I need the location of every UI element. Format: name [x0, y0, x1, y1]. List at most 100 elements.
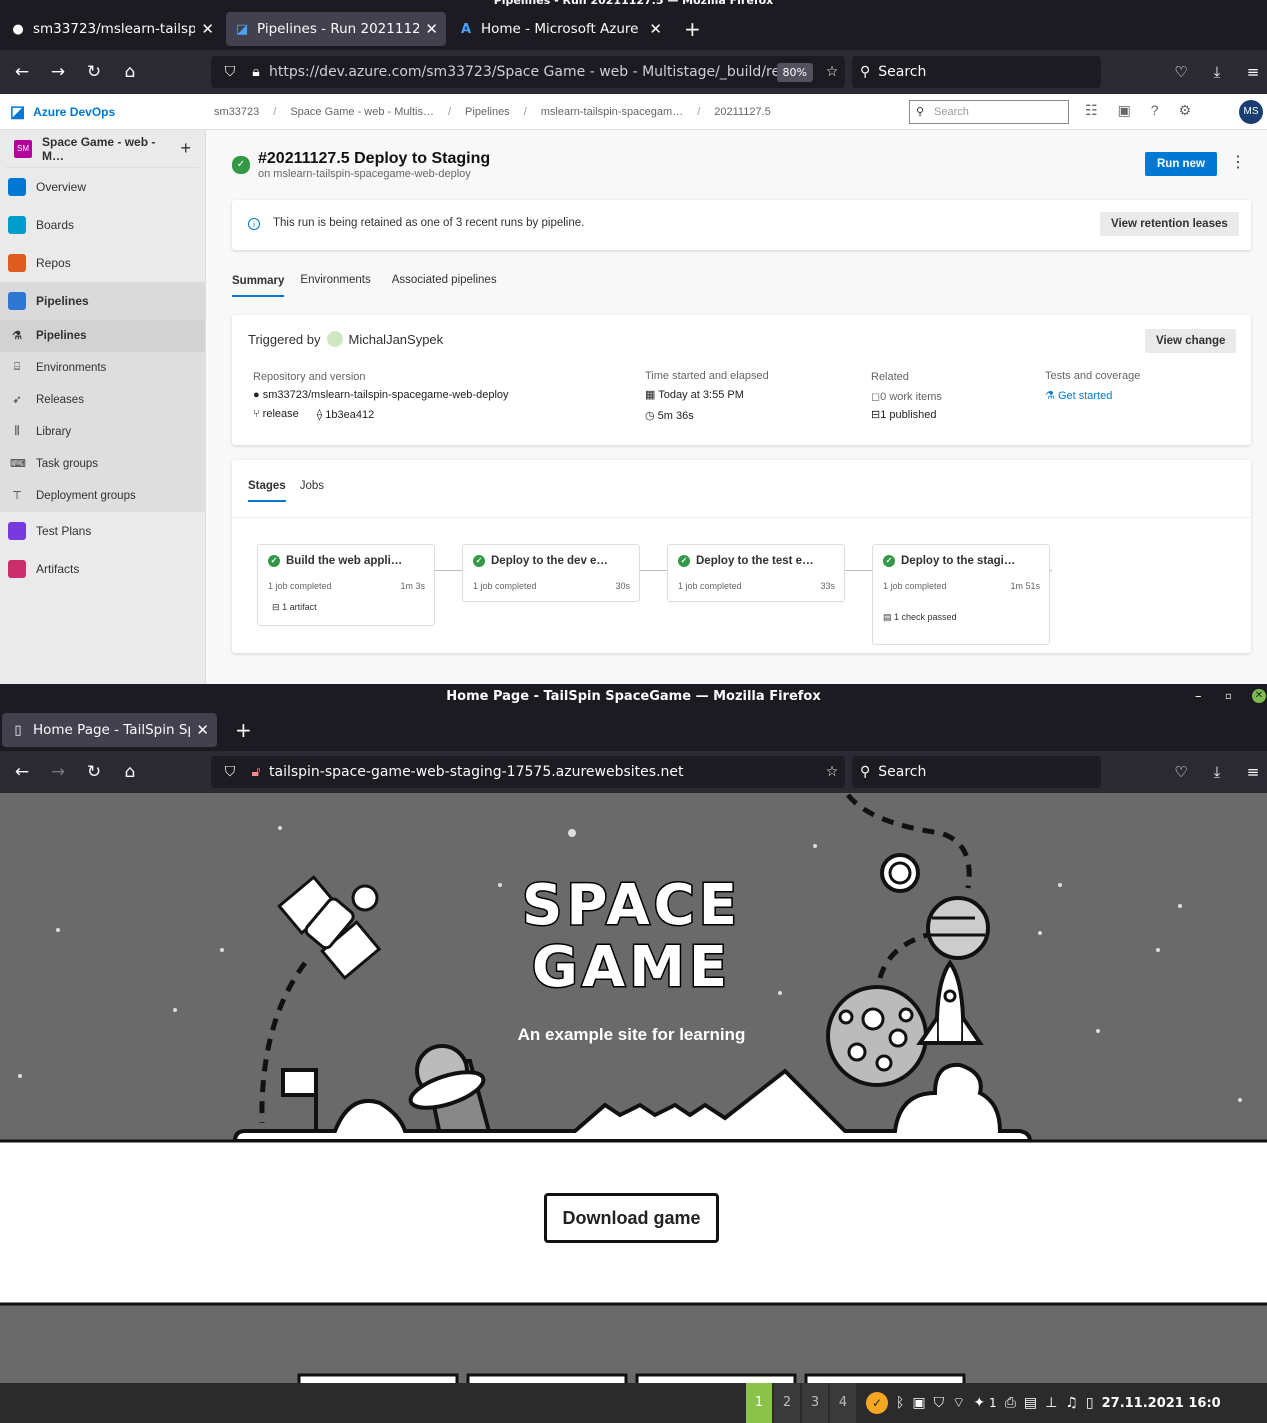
- sidebar-subitem-deployment-groups[interactable]: ⊤ Deployment groups: [0, 480, 205, 512]
- sidebar-item-artifacts[interactable]: Artifacts: [0, 550, 205, 588]
- minimize-icon[interactable]: –: [1195, 684, 1202, 710]
- downloads-icon[interactable]: ⤓: [1202, 63, 1232, 81]
- stage-checks[interactable]: ▤ 1 check passed: [883, 612, 957, 623]
- sidebar-item-repos[interactable]: Repos: [0, 244, 205, 282]
- published-artifacts[interactable]: ⊟1 published: [871, 408, 937, 421]
- home-icon[interactable]: ⌂: [112, 756, 148, 788]
- sidebar-item-overview[interactable]: Overview: [0, 168, 205, 206]
- tab-environments[interactable]: Environments: [300, 274, 370, 297]
- url-bar[interactable]: ⛉ 🔒︎ https://dev.azure.com/sm33723/Space…: [211, 56, 845, 88]
- printer-icon[interactable]: ⎙: [1005, 1395, 1016, 1411]
- tab-stages[interactable]: Stages: [248, 480, 286, 502]
- more-options-icon[interactable]: ⋮: [1230, 152, 1246, 172]
- workspace-3[interactable]: 3: [802, 1383, 828, 1423]
- tab-associated-pipelines[interactable]: Associated pipelines: [392, 274, 497, 297]
- azure-search-input[interactable]: ⚲ Search: [909, 100, 1069, 124]
- sidebar-item-boards[interactable]: Boards: [0, 206, 205, 244]
- trigger-user[interactable]: MichalJanSypek: [349, 332, 444, 347]
- clipboard-icon[interactable]: ▣: [912, 1395, 925, 1411]
- notification-icon[interactable]: ✦ 1: [973, 1395, 996, 1411]
- network-tree-icon[interactable]: ⊥: [1045, 1395, 1057, 1411]
- update-icon[interactable]: ✓: [866, 1392, 888, 1414]
- get-started-link[interactable]: ⚗ Get started: [1045, 389, 1112, 402]
- music-icon[interactable]: ♫: [1065, 1395, 1078, 1411]
- breadcrumb-item[interactable]: Pipelines: [465, 106, 510, 118]
- avatar[interactable]: MS: [1239, 100, 1263, 124]
- sidebar-item-pipelines[interactable]: Pipelines: [0, 282, 205, 320]
- sidebar-subitem-library[interactable]: ⫼ Library: [0, 416, 205, 448]
- close-icon[interactable]: ✕: [425, 20, 438, 38]
- back-icon[interactable]: ←: [4, 56, 40, 88]
- search-bar[interactable]: ⚲ Search: [852, 756, 1101, 788]
- menu-icon[interactable]: ≡: [1238, 63, 1267, 81]
- marketplace-icon[interactable]: ▣: [1118, 102, 1131, 119]
- tab-jobs[interactable]: Jobs: [300, 480, 324, 502]
- task-list-icon[interactable]: ☷: [1085, 102, 1098, 119]
- stage-artifact[interactable]: ⊟ 1 artifact: [272, 602, 317, 613]
- repo-link[interactable]: ● sm33723/mslearn-tailspin-spacegame-web…: [253, 389, 509, 401]
- azure-devops-logo[interactable]: ◪ Azure DevOps: [10, 102, 210, 122]
- run-new-button[interactable]: Run new: [1145, 152, 1217, 176]
- workspace-4[interactable]: 4: [830, 1383, 856, 1423]
- bookmark-star-icon[interactable]: ☆: [819, 764, 845, 780]
- new-tab-button[interactable]: +: [676, 12, 709, 46]
- breadcrumb-item[interactable]: Space Game - web - Multis…: [290, 106, 434, 118]
- clock[interactable]: 27.11.2021 16:0: [1102, 1396, 1221, 1411]
- tab-pipelines[interactable]: ◪ Pipelines - Run 20211127.5 ✕: [226, 12, 446, 46]
- forward-icon[interactable]: →: [40, 756, 76, 788]
- sidebar-subitem-environments[interactable]: ⌸ Environments: [0, 352, 205, 384]
- pocket-icon[interactable]: ♡: [1166, 763, 1196, 781]
- workspace-1[interactable]: 1: [746, 1383, 772, 1423]
- stage-staging[interactable]: ✓ Deploy to the stagi… 1 job completed 1m…: [872, 544, 1050, 645]
- sidebar-subitem-releases[interactable]: ➶ Releases: [0, 384, 205, 416]
- close-window-icon[interactable]: ✕: [1252, 689, 1266, 703]
- view-retention-leases-button[interactable]: View retention leases: [1100, 212, 1239, 236]
- branch[interactable]: ⑂ release: [253, 408, 299, 421]
- tab-github[interactable]: ● sm33723/mslearn-tailspin-s ✕: [2, 12, 222, 46]
- breadcrumb-item[interactable]: mslearn-tailspin-spacegam…: [541, 106, 683, 118]
- sidebar-item-test-plans[interactable]: Test Plans: [0, 512, 205, 550]
- commit[interactable]: ⟠ 1b3ea412: [317, 408, 374, 421]
- stage-build[interactable]: ✓ Build the web appli… 1 job completed 1m…: [257, 544, 435, 626]
- network-icon[interactable]: ⌔: [952, 1394, 965, 1412]
- help-icon[interactable]: ?: [1151, 102, 1159, 119]
- close-icon[interactable]: ✕: [649, 20, 662, 38]
- download-game-button[interactable]: Download game: [544, 1193, 719, 1243]
- tab-summary[interactable]: Summary: [232, 275, 285, 297]
- menu-icon[interactable]: ≡: [1238, 763, 1267, 781]
- add-icon[interactable]: +: [180, 138, 191, 159]
- document-icon[interactable]: ▤: [1024, 1395, 1037, 1411]
- tab-space-game[interactable]: ▯ Home Page - TailSpin Space ✕: [2, 713, 217, 747]
- search-bar[interactable]: ⚲ Search: [852, 56, 1101, 88]
- close-icon[interactable]: ✕: [201, 20, 214, 38]
- back-icon[interactable]: ←: [4, 756, 40, 788]
- shield-tray-icon[interactable]: ⛉: [934, 1395, 945, 1411]
- stage-dev[interactable]: ✓ Deploy to the dev e… 1 job completed 30…: [462, 544, 640, 602]
- bookmark-star-icon[interactable]: ☆: [819, 64, 845, 80]
- user-settings-icon[interactable]: ⚙: [1179, 102, 1192, 119]
- project-selector[interactable]: SM Space Game - web - M… +: [6, 130, 199, 168]
- close-icon[interactable]: ✕: [196, 721, 209, 739]
- breadcrumb-item[interactable]: sm33723: [214, 106, 259, 118]
- maximize-icon[interactable]: ▫: [1225, 684, 1232, 710]
- forward-icon[interactable]: →: [40, 56, 76, 88]
- stage-test[interactable]: ✓ Deploy to the test e… 1 job completed 3…: [667, 544, 845, 602]
- sidebar-subitem-task-groups[interactable]: ⌨ Task groups: [0, 448, 205, 480]
- zoom-level[interactable]: 80%: [776, 62, 813, 82]
- battery-icon[interactable]: ▯: [1086, 1395, 1094, 1411]
- url-bar[interactable]: ⛉ 🔓︎ tailspin-space-game-web-staging-175…: [211, 756, 845, 788]
- new-tab-button[interactable]: +: [227, 713, 260, 747]
- pocket-icon[interactable]: ♡: [1166, 63, 1196, 81]
- downloads-icon[interactable]: ⤓: [1202, 763, 1232, 781]
- home-icon[interactable]: ⌂: [112, 56, 148, 88]
- bluetooth-icon[interactable]: ᛒ: [896, 1395, 904, 1411]
- view-change-button[interactable]: View change: [1145, 329, 1237, 353]
- github-icon: ●: [253, 389, 260, 401]
- breadcrumb-item[interactable]: 20211127.5: [714, 106, 770, 118]
- workspace-2[interactable]: 2: [774, 1383, 800, 1423]
- work-items[interactable]: ◻0 work items: [871, 390, 942, 403]
- tab-azure-home[interactable]: A Home - Microsoft Azure ✕: [450, 12, 670, 46]
- reload-icon[interactable]: ↻: [76, 756, 112, 788]
- sidebar-subitem-pipelines[interactable]: ⚗ Pipelines: [0, 320, 205, 352]
- reload-icon[interactable]: ↻: [76, 56, 112, 88]
